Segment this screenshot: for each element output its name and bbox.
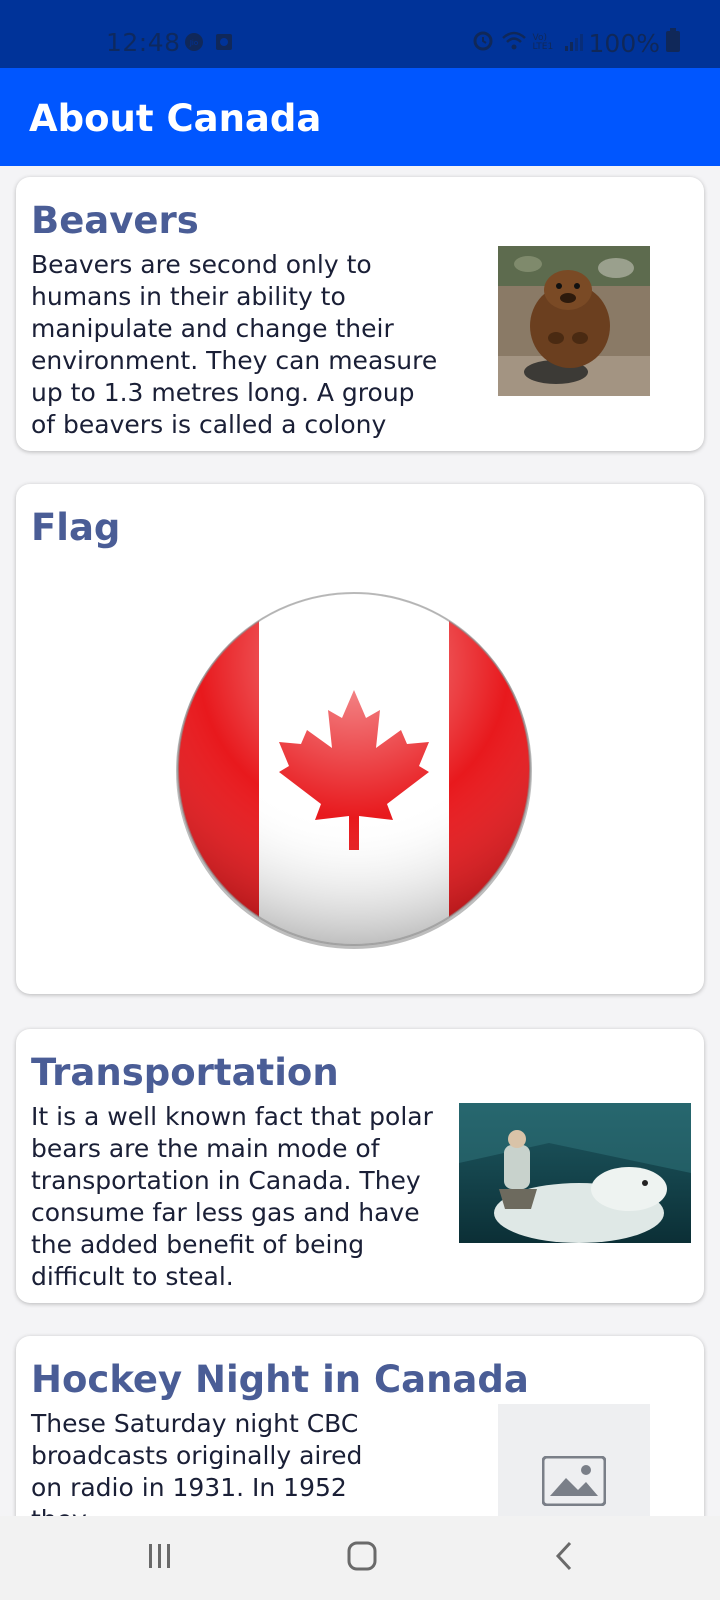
battery-icon bbox=[666, 28, 680, 58]
recent-apps-icon bbox=[146, 1542, 174, 1575]
home-button[interactable] bbox=[330, 1534, 394, 1582]
beaver-image bbox=[498, 246, 650, 396]
polar-bear-rider-image bbox=[459, 1103, 691, 1243]
image-placeholder bbox=[498, 1404, 650, 1516]
recent-apps-button[interactable] bbox=[128, 1534, 192, 1582]
wifi-icon bbox=[501, 29, 527, 58]
image-placeholder-icon bbox=[541, 1455, 607, 1511]
card-text: These Saturday night CBC broadcasts orig… bbox=[31, 1409, 363, 1516]
lte-label: Vo) LTE1 bbox=[532, 33, 554, 52]
card-title: Flag bbox=[31, 506, 121, 549]
status-bar: 12:48 Jio Vo) LTE1 100% bbox=[0, 0, 720, 68]
screenshot-notification-icon bbox=[214, 32, 234, 57]
system-nav-bar bbox=[0, 1516, 720, 1600]
card-transportation[interactable]: Transportation It is a well known fact t… bbox=[16, 1029, 704, 1303]
back-button[interactable] bbox=[532, 1534, 596, 1582]
alarm-icon bbox=[471, 28, 495, 58]
card-text: Beavers are second only to humans in the… bbox=[31, 250, 438, 439]
card-text: It is a well known fact that polar bears… bbox=[31, 1102, 433, 1291]
jio-notification-icon: Jio bbox=[184, 32, 204, 57]
battery-percent: 100% bbox=[588, 28, 660, 58]
notification-icons: Jio bbox=[184, 32, 234, 57]
back-icon bbox=[553, 1541, 575, 1576]
page-title: About Canada bbox=[29, 97, 322, 140]
card-flag[interactable]: Flag bbox=[16, 484, 704, 994]
card-title: Beavers bbox=[31, 199, 199, 242]
card-hockey-night[interactable]: Hockey Night in Canada These Saturday ni… bbox=[16, 1336, 704, 1516]
card-beavers[interactable]: Beavers Beavers are second only to human… bbox=[16, 177, 704, 451]
canada-flag-button-image bbox=[173, 588, 535, 950]
status-time: 12:48 bbox=[106, 28, 181, 57]
signal-icon bbox=[563, 29, 583, 58]
app-bar: About Canada bbox=[0, 68, 720, 166]
card-list[interactable]: Beavers Beavers are second only to human… bbox=[0, 166, 720, 1516]
system-status-icons: Vo) LTE1 100% bbox=[471, 28, 680, 58]
svg-text:Jio: Jio bbox=[189, 39, 198, 47]
home-icon bbox=[347, 1541, 377, 1576]
card-title: Transportation bbox=[31, 1051, 339, 1094]
card-title: Hockey Night in Canada bbox=[31, 1358, 529, 1401]
